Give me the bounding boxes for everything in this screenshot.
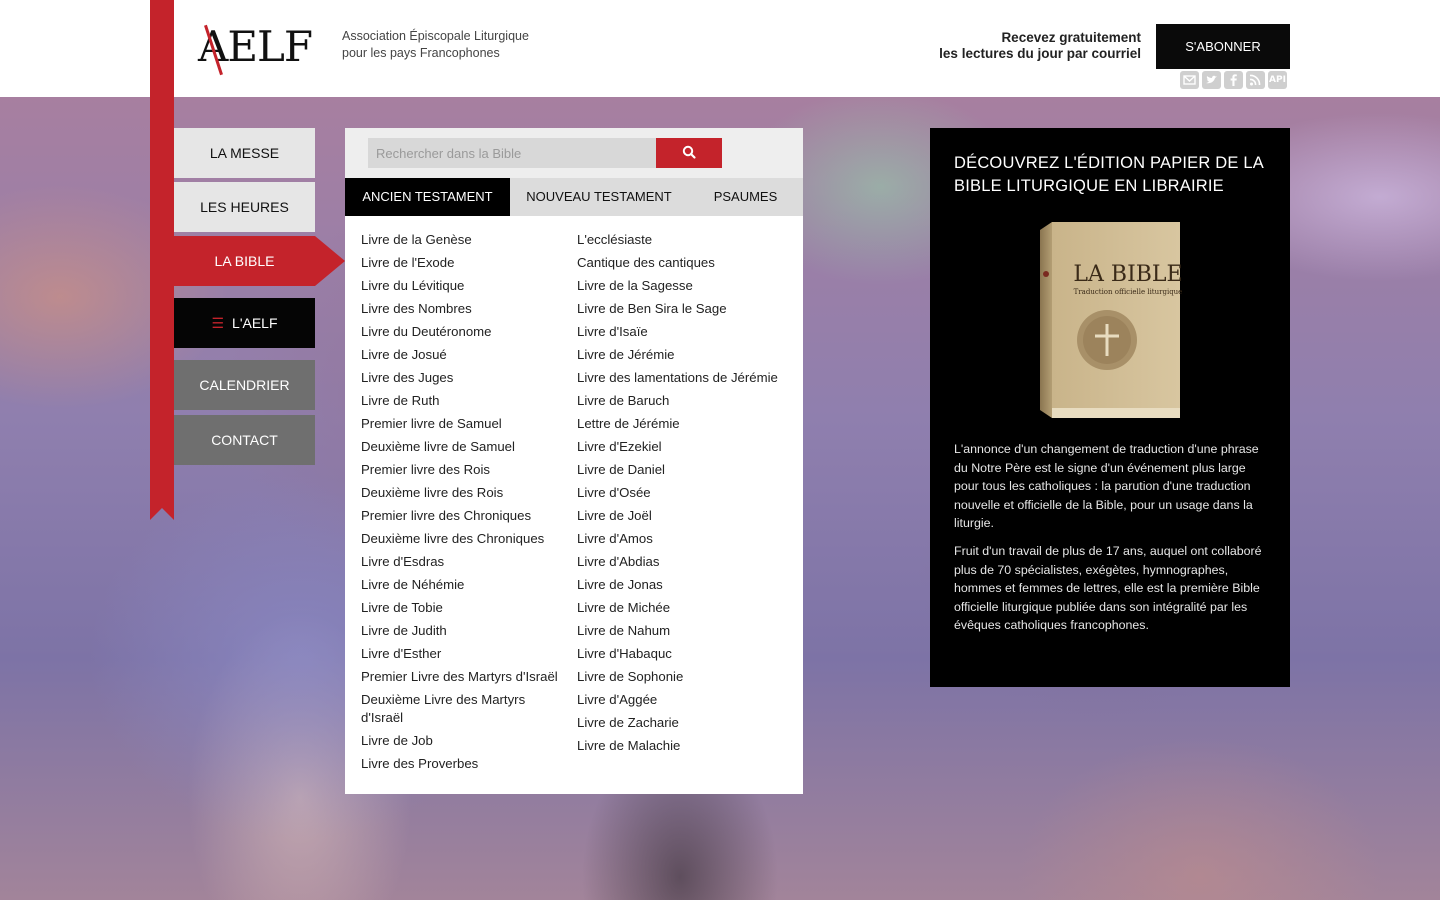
book-link[interactable]: Livre de Baruch (577, 392, 791, 410)
book-link[interactable]: Livre de Nahum (577, 622, 791, 640)
subscribe-line2: les lectures du jour par courriel (939, 46, 1141, 61)
twitter-icon[interactable] (1202, 71, 1221, 89)
search-button[interactable] (656, 138, 722, 168)
tab-psaumes[interactable]: PSAUMES (688, 178, 803, 216)
facebook-icon[interactable] (1224, 71, 1243, 89)
menu-icon: ☰ (211, 315, 225, 331)
book-cover-subtitle: Traduction officielle liturgique (1073, 288, 1183, 296)
red-ribbon (150, 0, 174, 520)
book-link[interactable]: Livre du Deutéronome (361, 323, 561, 341)
api-label: API (1269, 75, 1286, 85)
book-link[interactable]: Deuxième Livre des Martyrs d'Israël (361, 691, 561, 727)
nav-l-aelf[interactable]: ☰ L'AELF (174, 298, 315, 348)
book-link[interactable]: Livre d'Abdias (577, 553, 791, 571)
book-link[interactable]: Premier livre de Samuel (361, 415, 561, 433)
book-link[interactable]: Livre de la Sagesse (577, 277, 791, 295)
book-link[interactable]: Livre des Proverbes (361, 755, 561, 773)
book-link[interactable]: Livre de Zacharie (577, 714, 791, 732)
book-link[interactable]: Livre de Néhémie (361, 576, 561, 594)
book-column-2: L'ecclésiaste Cantique des cantiques Livre… (577, 231, 791, 778)
book-link[interactable]: Livre d'Habaquc (577, 645, 791, 663)
promo-title: DÉCOUVREZ L'ÉDITION PAPIER DE LA BIBLE L… (954, 154, 1264, 195)
book-link[interactable]: Livre de Joël (577, 507, 791, 525)
book-link[interactable]: Livre de Job (361, 732, 561, 750)
book-link[interactable]: Livre de Sophonie (577, 668, 791, 686)
promo-paragraph-1: L'annonce d'un changement de traduction … (954, 442, 1259, 530)
book-link[interactable]: Livre d'Esdras (361, 553, 561, 571)
tagline-line2: pour les pays Francophones (342, 46, 500, 60)
nav-l-aelf-label: L'AELF (232, 315, 278, 331)
search-bar (345, 128, 803, 178)
search-icon (682, 145, 696, 159)
book-link[interactable]: Premier Livre des Martyrs d'Israël (361, 668, 561, 686)
nav-la-bible[interactable]: LA BIBLE (174, 236, 345, 286)
book-link[interactable]: Livre de Judith (361, 622, 561, 640)
api-icon[interactable]: API (1268, 71, 1287, 89)
mail-icon[interactable] (1180, 71, 1199, 89)
testament-tabs: ANCIEN TESTAMENT NOUVEAU TESTAMENT PSAUM… (345, 178, 803, 216)
nav-les-heures[interactable]: LES HEURES (174, 182, 315, 232)
aelf-logo[interactable]: AELF (198, 22, 313, 78)
book-link[interactable]: Livre de Michée (577, 599, 791, 617)
book-link[interactable]: Livre de Jonas (577, 576, 791, 594)
book-link[interactable]: Deuxième livre de Samuel (361, 438, 561, 456)
book-link[interactable]: Deuxième livre des Rois (361, 484, 561, 502)
book-link[interactable]: L'ecclésiaste (577, 231, 791, 249)
social-links: API (1180, 71, 1287, 89)
book-link[interactable]: Livre d'Esther (361, 645, 561, 663)
book-link[interactable]: Livre de Jérémie (577, 346, 791, 364)
book-link[interactable]: Livre d'Aggée (577, 691, 791, 709)
book-link[interactable]: Livre du Lévitique (361, 277, 561, 295)
book-link[interactable]: Livre de Malachie (577, 737, 791, 755)
promo-panel: DÉCOUVREZ L'ÉDITION PAPIER DE LA BIBLE L… (930, 128, 1290, 687)
book-link[interactable]: Lettre de Jérémie (577, 415, 791, 433)
book-link[interactable]: Premier livre des Chroniques (361, 507, 561, 525)
subscribe-button[interactable]: S'ABONNER (1156, 24, 1290, 69)
book-link[interactable]: Livre des Juges (361, 369, 561, 387)
book-link[interactable]: Premier livre des Rois (361, 461, 561, 479)
book-link[interactable]: Livre de la Genèse (361, 231, 561, 249)
book-link[interactable]: Livre de l'Exode (361, 254, 561, 272)
site-header: AELF Association Épiscopale Liturgique p… (0, 0, 1440, 97)
book-link[interactable]: Cantique des cantiques (577, 254, 791, 272)
bible-book-cover[interactable] (1040, 222, 1182, 418)
book-column-1: Livre de la Genèse Livre de l'Exode Livre … (361, 231, 561, 778)
tagline: Association Épiscopale Liturgique pour l… (342, 28, 529, 62)
subscribe-text: Recevez gratuitement les lectures du jou… (939, 30, 1141, 62)
book-list: Livre de la Genèse Livre de l'Exode Livre … (361, 231, 791, 778)
tagline-line1: Association Épiscopale Liturgique (342, 29, 529, 43)
subscribe-line1: Recevez gratuitement (1001, 30, 1141, 45)
book-link[interactable]: Livre de Daniel (577, 461, 791, 479)
tab-ancien-testament[interactable]: ANCIEN TESTAMENT (345, 178, 510, 216)
promo-paragraph-2: Fruit d'un travail de plus de 17 ans, au… (954, 544, 1262, 632)
nav-contact[interactable]: CONTACT (174, 415, 315, 465)
book-link[interactable]: Livre de Ben Sira le Sage (577, 300, 791, 318)
book-link[interactable]: Livre d'Amos (577, 530, 791, 548)
book-link[interactable]: Livre des Nombres (361, 300, 561, 318)
nav-la-messe[interactable]: LA MESSE (174, 128, 315, 178)
book-link[interactable]: Livre de Ruth (361, 392, 561, 410)
rss-icon[interactable] (1246, 71, 1265, 89)
logo-text: AELF (198, 22, 313, 71)
book-link[interactable]: Deuxième livre des Chroniques (361, 530, 561, 548)
book-link[interactable]: Livre de Tobie (361, 599, 561, 617)
nav-calendrier[interactable]: CALENDRIER (174, 360, 315, 410)
book-link[interactable]: Livre d'Isaïe (577, 323, 791, 341)
book-link[interactable]: Livre d'Osée (577, 484, 791, 502)
book-cover-title: LA BIBLE (1073, 262, 1183, 287)
tab-nouveau-testament[interactable]: NOUVEAU TESTAMENT (510, 178, 688, 216)
book-link[interactable]: Livre de Josué (361, 346, 561, 364)
book-link[interactable]: Livre des lamentations de Jérémie (577, 369, 791, 387)
book-link[interactable]: Livre d'Ezekiel (577, 438, 791, 456)
bible-panel: ANCIEN TESTAMENT NOUVEAU TESTAMENT PSAUM… (345, 128, 803, 794)
bible-search-input[interactable] (368, 138, 656, 168)
